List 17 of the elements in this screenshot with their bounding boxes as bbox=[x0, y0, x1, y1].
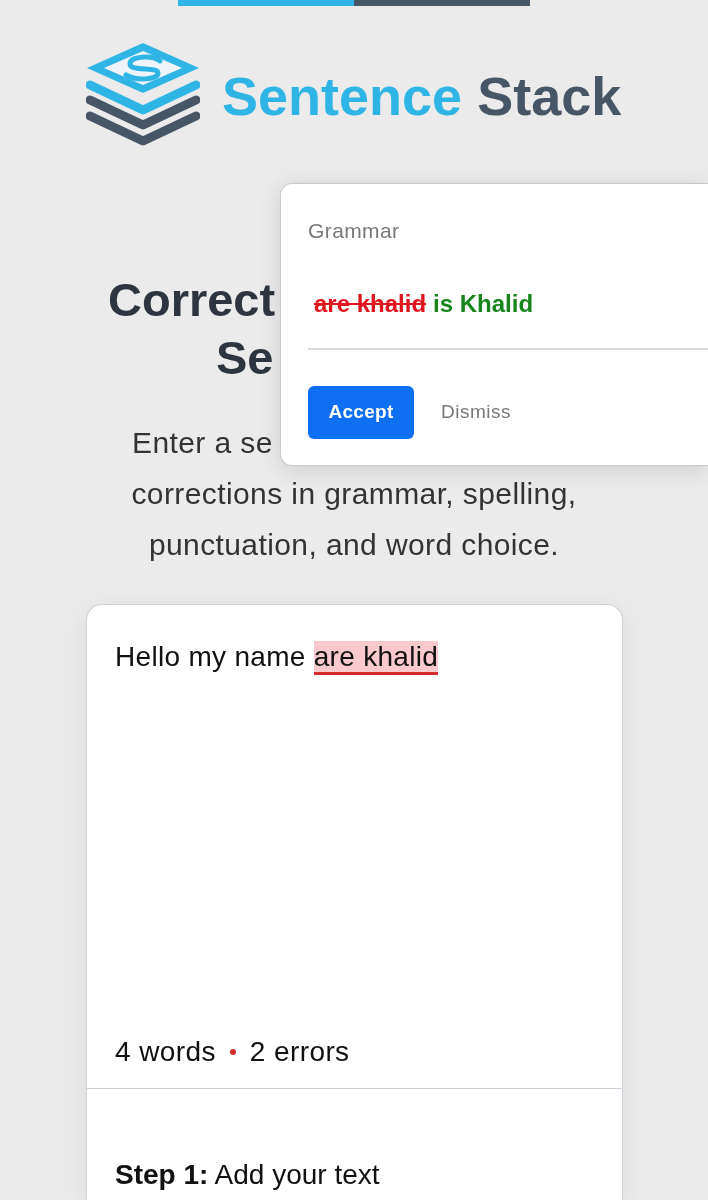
accept-button[interactable]: Accept bbox=[308, 385, 414, 439]
text-input-field[interactable]: Hello my name are khalid bbox=[87, 605, 622, 1034]
dismiss-button[interactable]: Dismiss bbox=[441, 401, 511, 423]
suggestion-category: Grammar bbox=[308, 218, 400, 244]
intro-text: corrections in grammar, spelling, bbox=[131, 476, 577, 512]
word-count: 4 words bbox=[115, 1035, 216, 1069]
separator-dot-icon bbox=[229, 1049, 236, 1055]
removed-words: are khalid bbox=[314, 289, 427, 319]
step-text: Step 1: Add your text bbox=[115, 1158, 380, 1192]
logo-wordmark: Sentence Stack bbox=[222, 65, 622, 127]
error-highlight[interactable]: are khalid bbox=[313, 641, 439, 675]
page-title: Correct bbox=[108, 272, 276, 328]
error-count: 2 errors bbox=[249, 1035, 350, 1069]
intro-text: Enter a se bbox=[132, 425, 273, 461]
suggested-words[interactable]: is Khalid bbox=[433, 289, 534, 319]
intro-text: punctuation, and word choice. bbox=[148, 527, 560, 563]
page-title: Se bbox=[216, 330, 274, 386]
